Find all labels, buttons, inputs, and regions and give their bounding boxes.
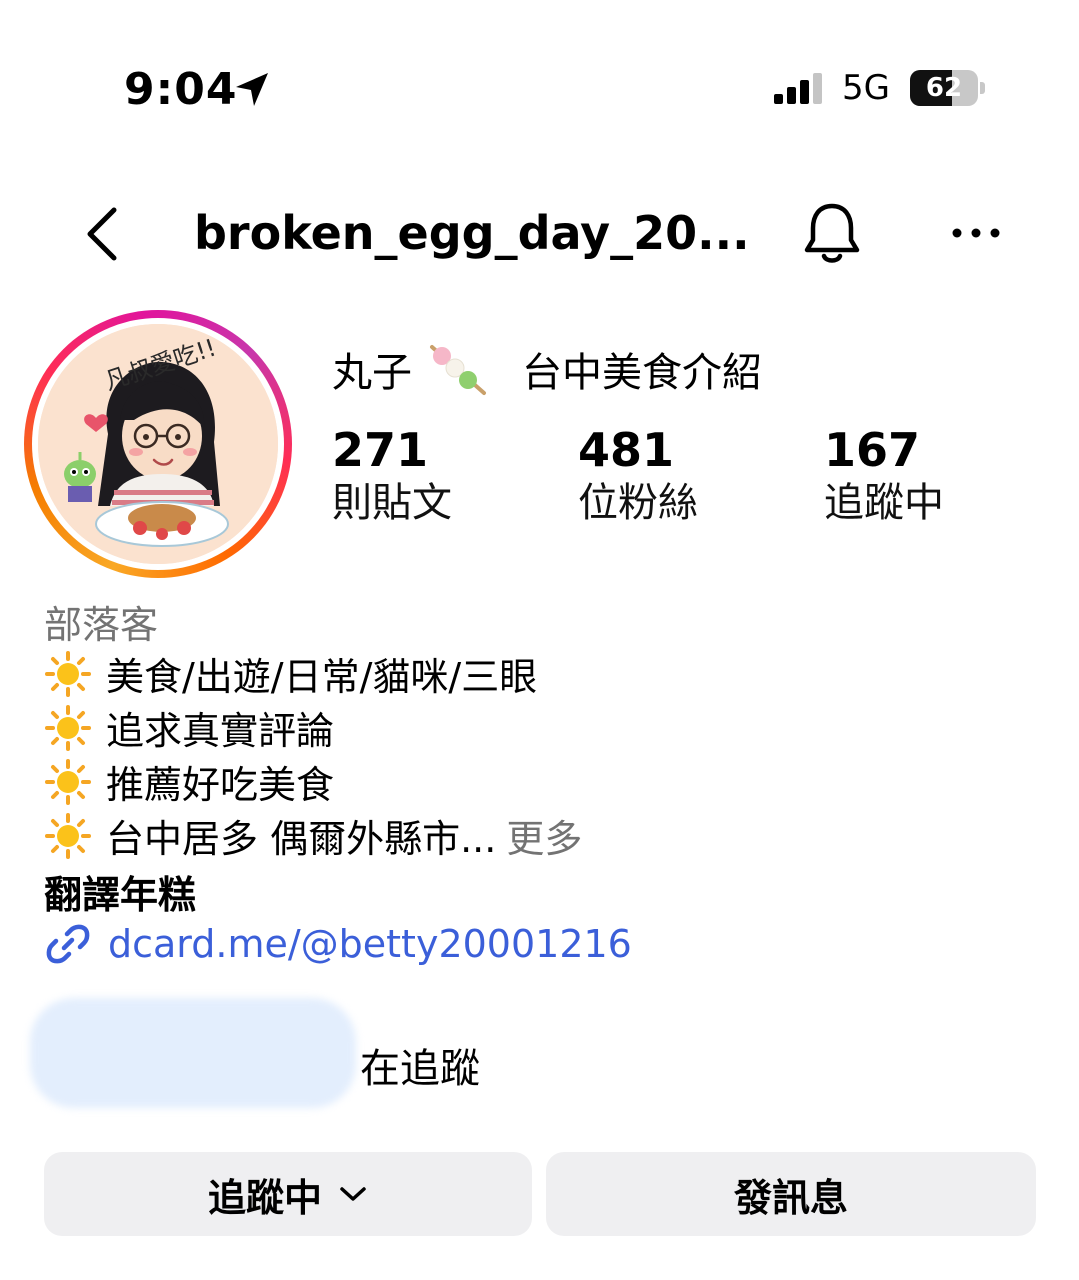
following-button[interactable]: 追蹤中 — [44, 1152, 532, 1236]
bio-line: 追求真實評論 — [44, 700, 334, 755]
more-dots-icon[interactable] — [950, 220, 1002, 246]
sun-icon — [45, 758, 91, 805]
following-button-label: 追蹤中 — [207, 1175, 322, 1220]
sun-icon — [45, 704, 91, 751]
stat-followers-value: 481 — [578, 423, 675, 477]
signal-bars-icon — [774, 73, 822, 104]
bio-more-link[interactable]: 更多 — [506, 808, 582, 863]
bio-line: 推薦好吃美食 — [44, 754, 334, 809]
sun-icon — [45, 812, 91, 859]
link-icon — [46, 924, 90, 964]
avatar-illustration: 凡叔愛吃!! — [38, 324, 278, 564]
stat-posts-value: 271 — [332, 423, 429, 477]
followed-by-avatars-redacted — [30, 998, 356, 1108]
chevron-down-icon — [340, 1187, 366, 1201]
stat-posts[interactable]: 271 則貼文 — [332, 424, 452, 530]
location-arrow-icon — [236, 73, 268, 106]
message-button-label: 發訊息 — [733, 1175, 848, 1220]
sun-icon — [45, 650, 91, 697]
bio-name: 翻譯年糕 — [44, 873, 197, 917]
network-type: 5G — [842, 68, 890, 108]
display-name-part2: 台中美食介紹 — [522, 350, 762, 396]
bio-line: 美食/出遊/日常/貓咪/三眼 — [44, 646, 537, 701]
profile-display-name: 丸子 台中美食介紹 — [332, 340, 762, 398]
story-ring[interactable]: 凡叔愛吃!! — [24, 310, 292, 578]
profile-username: broken_egg_day_20... — [194, 206, 750, 260]
battery-icon: 62 — [910, 70, 986, 106]
dango-icon — [430, 345, 486, 395]
bio-line-text: 台中居多 偶爾外縣市... — [106, 817, 497, 861]
bio-line-text: 追求真實評論 — [106, 709, 335, 753]
bio-link-text: dcard.me/@betty20001216 — [108, 922, 632, 966]
message-button[interactable]: 發訊息 — [546, 1152, 1036, 1236]
avatar[interactable]: 凡叔愛吃!! — [38, 324, 278, 564]
bio-line: 台中居多 偶爾外縣市... 更多 — [44, 808, 582, 863]
stat-followers[interactable]: 481 位粉絲 — [578, 424, 698, 530]
stat-followers-label: 位粉絲 — [578, 480, 698, 526]
back-chevron-icon[interactable] — [80, 206, 124, 262]
stat-posts-label: 則貼文 — [332, 480, 452, 526]
stat-following-label: 追蹤中 — [824, 480, 944, 526]
bell-icon[interactable] — [800, 200, 864, 266]
profile-category: 部落客 — [44, 603, 159, 647]
stat-following[interactable]: 167 追蹤中 — [824, 424, 944, 530]
followed-by-text[interactable]: 在追蹤 — [360, 1036, 480, 1094]
bio-line-text: 美食/出遊/日常/貓咪/三眼 — [106, 655, 538, 699]
status-time: 9:04 — [124, 64, 238, 115]
bio-link[interactable]: dcard.me/@betty20001216 — [44, 920, 632, 968]
stat-following-value: 167 — [824, 423, 921, 477]
bio-line-text: 推薦好吃美食 — [106, 763, 335, 807]
battery-level: 62 — [925, 73, 963, 103]
display-name-part1: 丸子 — [332, 350, 412, 396]
